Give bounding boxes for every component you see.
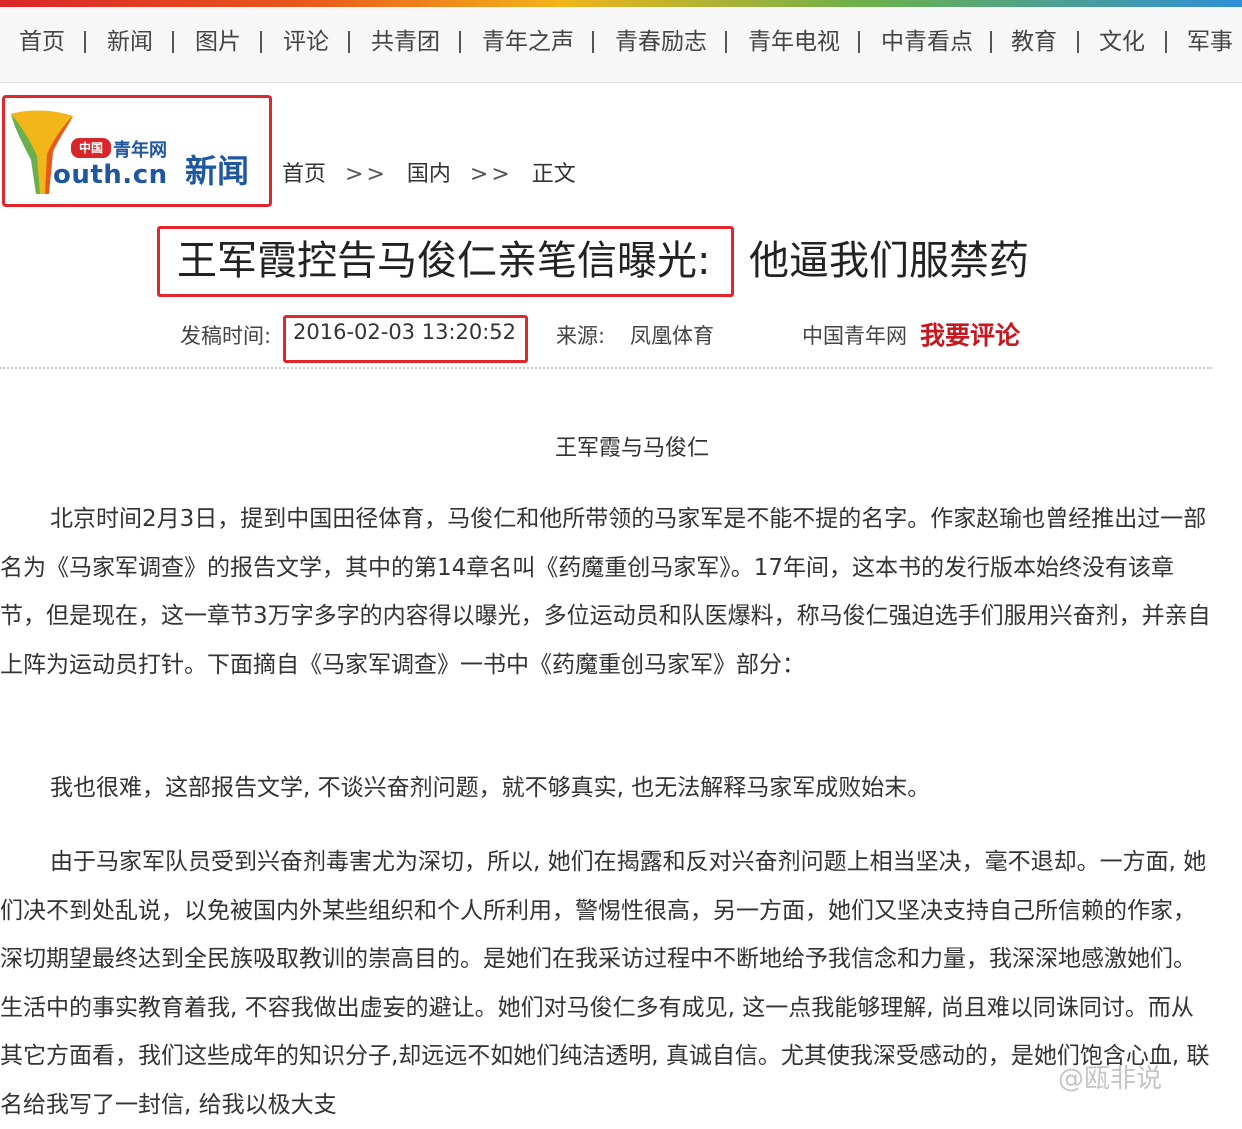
image-caption: 王军霞与马俊仁 — [554, 436, 709, 461]
nav-item-education[interactable]: 教育 — [1011, 29, 1057, 55]
nav-item-youth-league[interactable]: 共青团 — [371, 29, 440, 55]
nav-item-zhongqing-highlights[interactable]: 中青看点 — [881, 29, 973, 55]
nav-separator — [990, 31, 992, 53]
nav-separator — [348, 31, 350, 53]
site-logo[interactable]: 中国 青年网 outh.cn 新闻 — [2, 95, 272, 207]
nav-item-youth-voice[interactable]: 青年之声 — [482, 29, 574, 55]
nav-item-youth-inspiration[interactable]: 青春励志 — [615, 29, 707, 55]
meta-divider — [0, 367, 1212, 369]
breadcrumb-category[interactable]: 国内 — [407, 162, 451, 187]
breadcrumb: 首页 >> 国内 >> 正文 — [282, 156, 588, 188]
article-paragraph: 由于马家军队员受到兴奋剂毒害尤为深切，所以, 她们在揭露和反对兴奋剂问题上相当坚… — [0, 849, 1210, 1118]
nav-separator — [592, 31, 594, 53]
nav-item-military[interactable]: 军事 — [1187, 29, 1233, 55]
logo-domain: outh.cn — [53, 160, 168, 190]
nav-item-home[interactable]: 首页 — [19, 29, 65, 55]
nav-item-culture[interactable]: 文化 — [1099, 29, 1145, 55]
article-paragraph: 我也很难，这部报告文学, 不谈兴奋剂问题，就不够真实, 也无法解释马家军成败始末… — [50, 775, 931, 801]
nav-separator — [172, 31, 174, 53]
article-paragraph: 北京时间2月3日，提到中国田径体育，马俊仁和他所带领的马家军是不能不提的名字。作… — [0, 506, 1211, 678]
breadcrumb-home[interactable]: 首页 — [282, 162, 326, 187]
breadcrumb-separator: >> — [469, 162, 513, 187]
nav-separator — [84, 31, 86, 53]
nav-separator — [1077, 31, 1079, 53]
nav-separator — [725, 31, 727, 53]
top-color-stripe — [0, 0, 1242, 7]
logo-site-name: 青年网 — [113, 140, 167, 161]
top-nav: 首页 新闻 图片 评论 共青团 青年之声 青春励志 青年电视 中青看点 教育 文… — [0, 7, 1242, 83]
source-value: 凤凰体育 — [630, 324, 714, 348]
site-name: 中国青年网 — [802, 324, 907, 348]
breadcrumb-current: 正文 — [531, 162, 576, 187]
nav-separator — [260, 31, 262, 53]
nav-item-comments[interactable]: 评论 — [283, 29, 329, 55]
comment-link[interactable]: 我要评论 — [920, 316, 1020, 352]
article-title-rest: 他逼我们服禁药 — [749, 238, 1029, 284]
logo-section-label: 新闻 — [185, 152, 250, 190]
publish-time-label: 发稿时间: — [180, 324, 272, 348]
logo-badge: 中国 — [71, 138, 111, 158]
nav-separator — [1165, 31, 1167, 53]
article-title-highlighted: 王军霞控告马俊仁亲笔信曝光: — [177, 238, 711, 284]
watermark: @瓯非说 — [1058, 1064, 1163, 1094]
nav-item-youth-tv[interactable]: 青年电视 — [748, 29, 840, 55]
nav-item-pictures[interactable]: 图片 — [195, 29, 241, 55]
nav-item-news[interactable]: 新闻 — [107, 29, 153, 55]
nav-separator — [858, 31, 860, 53]
publish-date: 2016-02-03 13:20:52 — [293, 320, 517, 344]
nav-separator — [459, 31, 461, 53]
breadcrumb-separator: >> — [345, 162, 388, 187]
source-label: 来源: — [556, 324, 606, 348]
